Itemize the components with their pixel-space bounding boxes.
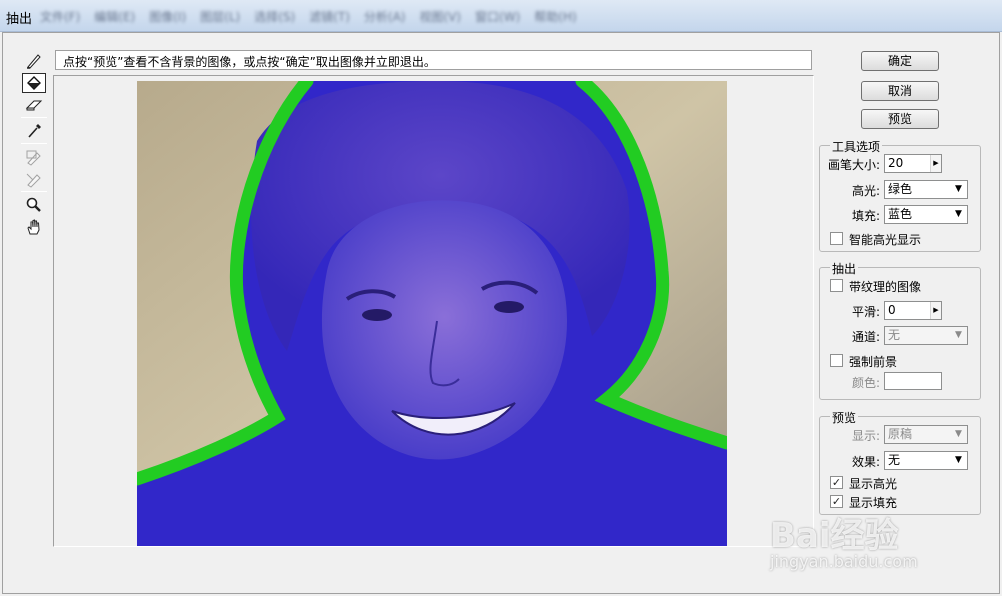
edge-highlighter-tool[interactable] — [22, 51, 46, 71]
eraser-tool[interactable] — [22, 95, 46, 115]
show-label: 显示: — [852, 429, 881, 443]
cleanup-icon — [26, 150, 41, 166]
preview-group: 预览 显示: 原稿 ▼ 效果: 无 ▼ ✓ 显示高光 ✓ 显示填充 — [819, 409, 981, 515]
toolbox — [19, 49, 49, 241]
smooth-label: 平滑: — [852, 305, 881, 319]
fill-icon — [27, 76, 41, 90]
effect-label: 效果: — [852, 455, 881, 469]
chevron-down-icon: ▼ — [955, 209, 962, 219]
cancel-button[interactable]: 取消 — [861, 81, 939, 101]
effect-value: 无 — [888, 453, 901, 467]
spin-right-icon[interactable]: ▶ — [930, 155, 941, 172]
menu-item[interactable]: 编辑(E) — [94, 8, 135, 25]
hand-tool[interactable] — [22, 217, 46, 237]
color-label: 颜色: — [852, 376, 881, 390]
tool-options-title: 工具选项 — [830, 138, 883, 155]
fill-label: 填充: — [852, 209, 881, 223]
eraser-icon — [25, 100, 43, 111]
extract-dialog: 抽出 文件(F) 编辑(E) 图像(I) 图层(L) 选择(S) 滤镜(T) 分… — [0, 0, 1002, 596]
force-foreground-checkbox[interactable] — [830, 354, 843, 367]
tool-options-group: 工具选项 画笔大小: 20 ▶ 高光: 绿色 ▼ 填充: 蓝色 ▼ 智能高光显示 — [819, 138, 981, 252]
spin-right-icon[interactable]: ▶ — [930, 302, 941, 319]
fill-select[interactable]: 蓝色 ▼ — [884, 205, 968, 224]
fill-tool[interactable] — [22, 73, 46, 93]
toolbox-divider — [21, 117, 47, 118]
eyedropper-tool[interactable] — [22, 121, 46, 141]
highlight-label: 高光: — [852, 184, 881, 198]
eyedropper-icon — [28, 124, 41, 138]
menu-item[interactable]: 视图(V) — [419, 8, 461, 25]
menu-bar: 文件(F) 编辑(E) 图像(I) 图层(L) 选择(S) 滤镜(T) 分析(A… — [40, 8, 577, 25]
brush-size-label: 画笔大小: — [828, 158, 881, 172]
textured-image-label: 带纹理的图像 — [849, 280, 922, 294]
right-eye — [494, 301, 524, 313]
channel-value: 无 — [888, 328, 901, 342]
toolbox-divider — [21, 191, 47, 192]
instruction-text: 点按“预览”查看不含背景的图像，或点按“确定”取出图像并立即退出。 — [55, 50, 812, 70]
cleanup-tool[interactable] — [22, 147, 46, 167]
menu-item[interactable]: 选择(S) — [254, 8, 295, 25]
channel-select[interactable]: 无 ▼ — [884, 326, 968, 345]
watermark-url: jingyan.baidu.com — [770, 552, 918, 571]
toolbox-divider — [21, 143, 47, 144]
highlight-value: 绿色 — [888, 182, 913, 196]
preview-canvas[interactable] — [53, 75, 814, 547]
extraction-title: 抽出 — [830, 260, 859, 277]
menu-item[interactable]: 文件(F) — [40, 8, 80, 25]
highlight-select[interactable]: 绿色 ▼ — [884, 180, 968, 199]
menu-item[interactable]: 帮助(H) — [534, 8, 576, 25]
edge-touchup-icon — [26, 173, 41, 188]
watermark-logo: Bai经验 — [770, 516, 899, 556]
portrait-image — [137, 81, 727, 546]
brush-size-field[interactable]: 20 ▶ — [884, 154, 942, 173]
show-fill-checkbox[interactable]: ✓ — [830, 495, 843, 508]
channel-label: 通道: — [852, 330, 881, 344]
menu-item[interactable]: 滤镜(T) — [309, 8, 350, 25]
menu-item[interactable]: 图像(I) — [149, 8, 186, 25]
show-value: 原稿 — [888, 427, 913, 441]
foreground-color-swatch[interactable] — [884, 372, 942, 390]
show-select[interactable]: 原稿 ▼ — [884, 425, 968, 444]
ok-button[interactable]: 确定 — [861, 51, 939, 71]
title-bar: 抽出 文件(F) 编辑(E) 图像(I) 图层(L) 选择(S) 滤镜(T) 分… — [0, 0, 1002, 32]
force-foreground-label: 强制前景 — [849, 355, 898, 369]
chevron-down-icon: ▼ — [955, 455, 962, 465]
smart-highlight-label: 智能高光显示 — [849, 233, 922, 247]
edge-highlighter-icon — [27, 54, 41, 69]
checkmark-icon: ✓ — [831, 476, 842, 489]
edge-touchup-tool[interactable] — [22, 169, 46, 189]
show-highlight-checkbox[interactable]: ✓ — [830, 476, 843, 489]
smart-highlight-checkbox[interactable] — [830, 232, 843, 245]
brush-size-value: 20 — [888, 156, 904, 170]
smooth-value: 0 — [888, 303, 896, 317]
menu-item[interactable]: 图层(L) — [200, 8, 240, 25]
checkmark-icon: ✓ — [831, 495, 842, 508]
chevron-down-icon: ▼ — [955, 429, 962, 439]
effect-select[interactable]: 无 ▼ — [884, 451, 968, 470]
smooth-field[interactable]: 0 ▶ — [884, 301, 942, 320]
preview-button[interactable]: 预览 — [861, 109, 939, 129]
zoom-icon — [26, 197, 41, 212]
menu-item[interactable]: 窗口(W) — [475, 8, 520, 25]
extraction-group: 抽出 带纹理的图像 平滑: 0 ▶ 通道: 无 ▼ 强制前景 颜色: — [819, 260, 981, 400]
textured-image-checkbox[interactable] — [830, 279, 843, 292]
hand-icon — [27, 219, 40, 235]
preview-title: 预览 — [830, 409, 859, 426]
fill-value: 蓝色 — [888, 207, 913, 221]
left-eye — [362, 309, 392, 321]
menu-item[interactable]: 分析(A) — [364, 8, 406, 25]
window-title: 抽出 — [6, 12, 33, 27]
watermark: Bai经验 jingyan.baidu.com — [770, 508, 990, 588]
image-preview[interactable] — [137, 81, 727, 546]
chevron-down-icon: ▼ — [955, 330, 962, 340]
zoom-tool[interactable] — [22, 195, 46, 215]
chevron-down-icon: ▼ — [955, 184, 962, 194]
show-highlight-label: 显示高光 — [849, 477, 898, 491]
